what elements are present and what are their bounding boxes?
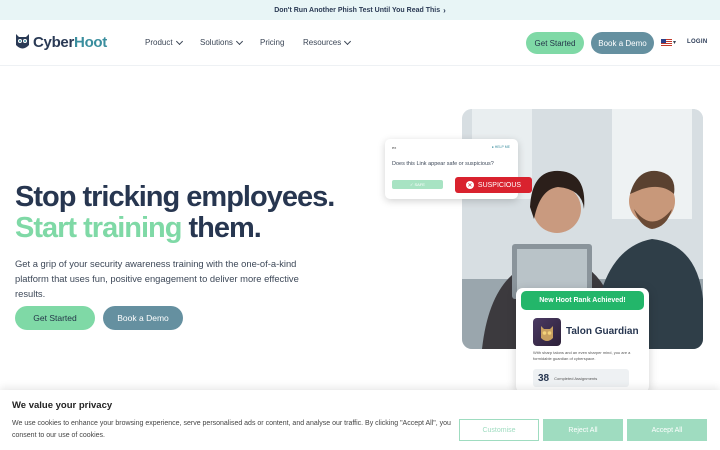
nav-book-demo-button[interactable]: Book a Demo [591, 32, 654, 54]
quiz-safe-button[interactable]: ✓ SAFE [392, 180, 443, 189]
nav-solutions-label: Solutions [200, 38, 233, 47]
quiz-suspicious-label: SUSPICIOUS [477, 181, 522, 189]
completed-count-label: Completed Assignments [554, 375, 598, 381]
logo[interactable]: CyberHoot [15, 32, 107, 52]
hoot-rank-card: New Hoot Rank Achieved! Talon Guardian W… [516, 288, 649, 393]
close-icon: ✕ [465, 181, 474, 189]
chevron-down-icon [235, 37, 243, 45]
chevron-right-icon: › [443, 5, 446, 15]
nav-get-started-button[interactable]: Get Started [526, 32, 584, 54]
completed-assignments-stat: 38 Completed Assignments [533, 369, 629, 387]
owl-logo-icon [16, 34, 29, 49]
hero-book-demo-button[interactable]: Book a Demo [103, 306, 183, 330]
logo-text: CyberHoot [33, 33, 107, 51]
hero-heading-rest: them. [181, 212, 262, 244]
cookie-accept-button[interactable]: Accept All [627, 419, 707, 441]
hero-heading-line1: Stop tricking employees. [15, 181, 335, 213]
nav-resources-label: Resources [303, 38, 342, 47]
announcement-text[interactable]: Don't Run Another Phish Test Until You R… [274, 7, 440, 14]
quiz-example-label: ex [392, 145, 397, 150]
chevron-down-icon [344, 37, 352, 45]
quiz-question: Does this Link appear safe or suspicious… [392, 161, 494, 167]
cookie-customise-button[interactable]: Customise [459, 419, 539, 441]
quiz-suspicious-button[interactable]: ✕ SUSPICIOUS [455, 177, 532, 193]
nav-pricing-label: Pricing [260, 38, 285, 47]
hero-heading-line2: Start training them. [15, 212, 262, 245]
nav-product-label: Product [145, 38, 173, 47]
us-flag-icon[interactable] [661, 39, 672, 47]
completed-count: 38 [538, 372, 550, 384]
owl-warrior-badge-icon [533, 318, 561, 346]
language-caret-icon[interactable]: ▾ [673, 39, 676, 46]
cookie-body-text: We use cookies to enhance your browsing … [12, 420, 451, 439]
announcement-bar[interactable]: Don't Run Another Phish Test Until You R… [0, 0, 720, 20]
quiz-help-link[interactable]: ● HELP ME [492, 145, 510, 149]
hero-subtitle: Get a grip of your security awareness tr… [15, 258, 299, 299]
hero-heading-accent: Start training [15, 212, 182, 244]
nav-product[interactable]: Product [145, 37, 183, 47]
cookie-title: We value your privacy [12, 400, 113, 411]
login-link[interactable]: LOGIN [687, 39, 708, 45]
nav-solutions[interactable]: Solutions [200, 37, 243, 47]
cookie-reject-button[interactable]: Reject All [543, 419, 623, 441]
rank-card-header: New Hoot Rank Achieved! [521, 291, 644, 310]
rank-name: Talon Guardian [566, 326, 639, 337]
nav-resources[interactable]: Resources [303, 37, 352, 47]
chevron-down-icon [175, 37, 183, 45]
hero-get-started-button[interactable]: Get Started [15, 306, 95, 330]
nav-pricing[interactable]: Pricing [260, 38, 284, 47]
rank-description: With sharp talons and an even sharper mi… [533, 350, 631, 361]
